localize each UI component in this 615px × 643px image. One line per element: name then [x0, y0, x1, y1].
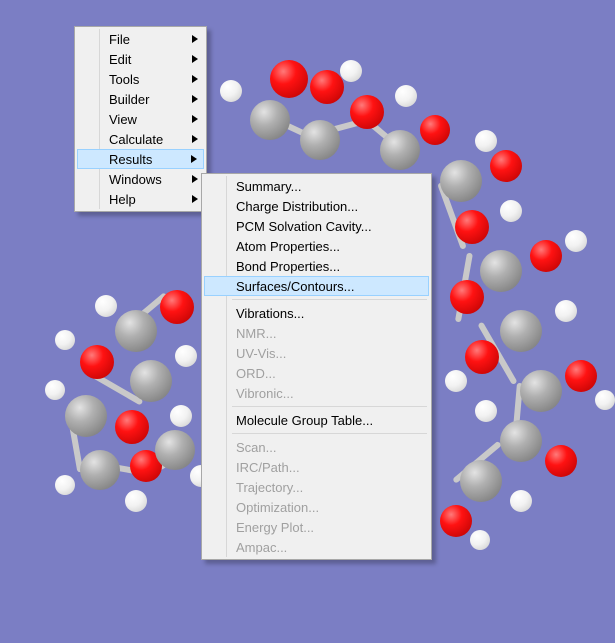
submenu-arrow-icon	[192, 55, 198, 63]
submenu-arrow-icon	[192, 95, 198, 103]
menu-separator	[232, 433, 427, 434]
menu-item-label: Bond Properties...	[236, 259, 340, 274]
menu-item-calculate[interactable]: Calculate	[77, 129, 204, 149]
menu-item-label: Energy Plot...	[236, 520, 314, 535]
submenu-item-vibrations[interactable]: Vibrations...	[204, 303, 429, 323]
menu-item-file[interactable]: File	[77, 29, 204, 49]
submenu-item-surfaces-contours[interactable]: Surfaces/Contours...	[204, 276, 429, 296]
submenu-item-optimization: Optimization...	[204, 497, 429, 517]
menu-item-label: Trajectory...	[236, 480, 303, 495]
submenu-arrow-icon	[192, 75, 198, 83]
menu-item-label: Charge Distribution...	[236, 199, 358, 214]
menu-item-label: File	[109, 32, 130, 47]
results-submenu: Summary... Charge Distribution... PCM So…	[201, 173, 432, 560]
menu-separator	[232, 406, 427, 407]
menu-item-label: Help	[109, 192, 136, 207]
submenu-arrow-icon	[192, 175, 198, 183]
menu-item-builder[interactable]: Builder	[77, 89, 204, 109]
menu-item-label: ORD...	[236, 366, 276, 381]
menu-item-label: Tools	[109, 72, 139, 87]
main-context-menu: File Edit Tools Builder View Calculate R…	[74, 26, 207, 212]
submenu-arrow-icon	[192, 135, 198, 143]
menu-item-tools[interactable]: Tools	[77, 69, 204, 89]
menu-item-label: Atom Properties...	[236, 239, 340, 254]
menu-item-label: Scan...	[236, 440, 276, 455]
menu-item-label: IRC/Path...	[236, 460, 300, 475]
submenu-item-charge-distribution[interactable]: Charge Distribution...	[204, 196, 429, 216]
menu-item-label: PCM Solvation Cavity...	[236, 219, 372, 234]
menu-item-label: Ampac...	[236, 540, 287, 555]
submenu-item-ampac: Ampac...	[204, 537, 429, 557]
menu-item-help[interactable]: Help	[77, 189, 204, 209]
submenu-item-vibronic: Vibronic...	[204, 383, 429, 403]
menu-item-label: Molecule Group Table...	[236, 413, 373, 428]
menu-item-label: NMR...	[236, 326, 276, 341]
menu-item-label: Vibronic...	[236, 386, 294, 401]
submenu-item-scan: Scan...	[204, 437, 429, 457]
menu-item-label: Edit	[109, 52, 131, 67]
menu-item-label: Vibrations...	[236, 306, 304, 321]
submenu-item-molecule-group-table[interactable]: Molecule Group Table...	[204, 410, 429, 430]
submenu-item-uv-vis: UV-Vis...	[204, 343, 429, 363]
menu-item-label: Optimization...	[236, 500, 319, 515]
menu-item-label: UV-Vis...	[236, 346, 286, 361]
menu-separator	[232, 299, 427, 300]
menu-item-view[interactable]: View	[77, 109, 204, 129]
submenu-arrow-icon	[192, 35, 198, 43]
submenu-item-nmr: NMR...	[204, 323, 429, 343]
menu-item-windows[interactable]: Windows	[77, 169, 204, 189]
submenu-item-irc-path: IRC/Path...	[204, 457, 429, 477]
submenu-item-atom-properties[interactable]: Atom Properties...	[204, 236, 429, 256]
submenu-arrow-icon	[192, 115, 198, 123]
menu-item-results[interactable]: Results	[77, 149, 204, 169]
submenu-item-bond-properties[interactable]: Bond Properties...	[204, 256, 429, 276]
menu-item-edit[interactable]: Edit	[77, 49, 204, 69]
menu-item-label: Windows	[109, 172, 162, 187]
molecule-viewport[interactable]: File Edit Tools Builder View Calculate R…	[0, 0, 615, 643]
menu-item-label: Results	[109, 152, 152, 167]
submenu-item-energy-plot: Energy Plot...	[204, 517, 429, 537]
menu-item-label: View	[109, 112, 137, 127]
submenu-item-pcm-solvation-cavity[interactable]: PCM Solvation Cavity...	[204, 216, 429, 236]
submenu-item-trajectory: Trajectory...	[204, 477, 429, 497]
submenu-arrow-icon	[192, 195, 198, 203]
menu-item-label: Calculate	[109, 132, 163, 147]
menu-item-label: Surfaces/Contours...	[236, 279, 355, 294]
submenu-item-summary[interactable]: Summary...	[204, 176, 429, 196]
submenu-item-ord: ORD...	[204, 363, 429, 383]
menu-item-label: Summary...	[236, 179, 302, 194]
submenu-arrow-icon	[191, 155, 197, 163]
menu-item-label: Builder	[109, 92, 149, 107]
